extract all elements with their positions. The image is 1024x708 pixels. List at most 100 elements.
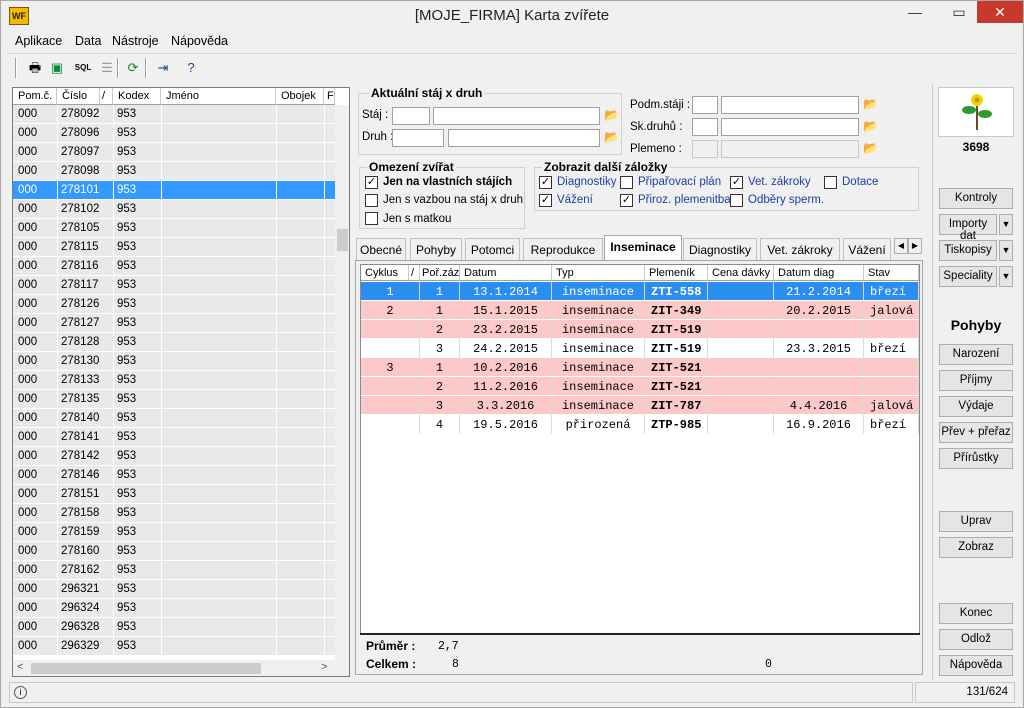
horizontal-scrollbar[interactable]: < >	[13, 660, 349, 676]
column-header-sort[interactable]: /	[409, 265, 420, 281]
table-row[interactable]: 000 296321 953	[13, 580, 335, 599]
narozeni-button[interactable]: Narození	[939, 344, 1013, 365]
maximize-button[interactable]: ▭	[943, 1, 975, 23]
prev-preraz-button[interactable]: Přev + přeřaz	[939, 422, 1013, 443]
checkbox-vet-zakroky[interactable]: ✓	[730, 176, 743, 189]
table-row[interactable]: 000 278116 953	[13, 257, 335, 276]
uprav-button[interactable]: Uprav	[939, 511, 1013, 532]
folder-open-icon[interactable]: 📂	[863, 141, 880, 155]
checkbox-diagnostiky[interactable]: ✓	[539, 176, 552, 189]
folder-open-icon[interactable]: 📂	[604, 108, 621, 122]
tab-diagnostiky[interactable]: Diagnostiky	[683, 238, 757, 260]
checkbox-priparovaci-plan[interactable]	[620, 176, 633, 189]
export-icon[interactable]: ▣	[47, 58, 67, 78]
tab-potomci[interactable]: Potomci	[465, 238, 520, 260]
napoveda-button[interactable]: Nápověda	[939, 655, 1013, 676]
help-icon[interactable]: ?	[181, 58, 201, 78]
table-row[interactable]: 3 3.3.2016 inseminace ZIT-787 4.4.2016 jalová	[361, 396, 919, 415]
columns-icon[interactable]: ☰	[97, 58, 117, 78]
table-row[interactable]: 000 278117 953	[13, 276, 335, 295]
column-header-por-zaz[interactable]: Poř.záz	[420, 265, 460, 281]
table-row[interactable]: 000 278146 953	[13, 466, 335, 485]
column-header-datum[interactable]: Datum	[460, 265, 552, 281]
zobraz-button[interactable]: Zobraz	[939, 537, 1013, 558]
animal-list-grid[interactable]: Pom.č. Číslo / Kodex Jméno Obojek F 000 2…	[12, 87, 350, 677]
folder-open-icon[interactable]: 📂	[863, 119, 880, 133]
checkbox-vazeni[interactable]: ✓	[539, 194, 552, 207]
checkbox-odbery-sperm[interactable]	[730, 194, 743, 207]
column-header-cena-davky[interactable]: Cena dávky	[708, 265, 774, 281]
plemeno-name-input[interactable]	[721, 140, 859, 158]
menu-aplikace[interactable]: Aplikace	[15, 34, 62, 48]
table-row[interactable]: 000 278159 953	[13, 523, 335, 542]
tab-pohyby[interactable]: Pohyby	[410, 238, 462, 260]
staj-code-input[interactable]	[392, 107, 430, 125]
tab-scroll-right-icon[interactable]: ▶	[908, 238, 922, 254]
table-row[interactable]: 2 23.2.2015 inseminace ZIT-519	[361, 320, 919, 339]
tiskopisy-button[interactable]: Tiskopisy	[939, 240, 997, 261]
tab-scroll-left-icon[interactable]: ◀	[894, 238, 908, 254]
table-row[interactable]: 000 296329 953	[13, 637, 335, 656]
konec-button[interactable]: Konec	[939, 603, 1013, 624]
tab-obecne[interactable]: Obecné	[356, 238, 406, 260]
menu-data[interactable]: Data	[75, 34, 101, 48]
exit-icon[interactable]: ⇥	[153, 58, 173, 78]
sql-icon[interactable]: SQL	[71, 58, 95, 78]
importy-dat-button[interactable]: Importy dat	[939, 214, 997, 242]
printer-icon[interactable]: 🖶	[25, 58, 45, 78]
table-row[interactable]: 2 11.2.2016 inseminace ZIT-521	[361, 377, 919, 396]
table-row[interactable]: 000 278105 953	[13, 219, 335, 238]
table-row[interactable]: 000 278151 953	[13, 485, 335, 504]
table-row[interactable]: 000 278097 953	[13, 143, 335, 162]
table-row[interactable]: 2 1 15.1.2015 inseminace ZIT-349 20.2.2015 jal…	[361, 301, 919, 320]
table-row[interactable]: 000 296324 953	[13, 599, 335, 618]
tab-vet-zakroky[interactable]: Vet. zákroky	[760, 238, 840, 260]
column-header-plemenik[interactable]: Plemeník	[645, 265, 708, 281]
column-header-obojek[interactable]: Obojek	[276, 88, 324, 105]
column-header-typ[interactable]: Typ	[552, 265, 645, 281]
table-row[interactable]: 000 278135 953	[13, 390, 335, 409]
column-header-pomc[interactable]: Pom.č.	[13, 88, 57, 105]
table-row[interactable]: 000 278128 953	[13, 333, 335, 352]
odloz-button[interactable]: Odlož	[939, 629, 1013, 650]
prirustky-button[interactable]: Přírůstky	[939, 448, 1013, 469]
scrollbar-thumb[interactable]	[337, 229, 348, 251]
table-row[interactable]: 000 278101 953	[13, 181, 335, 200]
refresh-icon[interactable]: ⟳	[123, 58, 143, 78]
table-row[interactable]: 3 1 10.2.2016 inseminace ZIT-521	[361, 358, 919, 377]
table-row[interactable]: 000 278115 953	[13, 238, 335, 257]
column-header-cyklus[interactable]: Cyklus	[361, 265, 409, 281]
insemination-grid[interactable]: Cyklus / Poř.záz Datum Typ Plemeník Cena…	[360, 264, 920, 634]
table-row[interactable]: 000 278102 953	[13, 200, 335, 219]
vertical-scrollbar[interactable]	[335, 105, 349, 660]
table-row[interactable]: 000 278142 953	[13, 447, 335, 466]
checkbox-dotace[interactable]	[824, 176, 837, 189]
checkbox-priroz-plemenitba[interactable]: ✓	[620, 194, 633, 207]
column-header-cislo[interactable]: Číslo	[57, 88, 100, 105]
close-button[interactable]: ✕	[977, 1, 1023, 23]
scroll-left-icon[interactable]: <	[17, 661, 23, 673]
checkbox-vazba-staj[interactable]	[365, 194, 378, 207]
column-header-stav[interactable]: Stav	[864, 265, 919, 281]
tab-vazeni[interactable]: Vážení	[843, 238, 891, 260]
table-row[interactable]: 4 19.5.2016 přirozená ZTP-985 16.9.2016 březí	[361, 415, 919, 434]
folder-open-icon[interactable]: 📂	[863, 97, 880, 111]
column-header-datum-diag[interactable]: Datum diag	[774, 265, 864, 281]
title-bar[interactable]: WF [MOJE_FIRMA] Karta zvířete — ▭ ✕	[1, 1, 1023, 31]
tab-reprodukce[interactable]: Reprodukce	[523, 238, 603, 260]
checkbox-vlastni-staje[interactable]: ✓	[365, 176, 378, 189]
scrollbar-thumb[interactable]	[31, 663, 261, 674]
table-row[interactable]: 000 278158 953	[13, 504, 335, 523]
tab-inseminace[interactable]: Inseminace	[604, 235, 682, 261]
table-row[interactable]: 1 1 13.1.2014 inseminace ZTI-558 21.2.2014 bře…	[361, 282, 919, 301]
menu-napoveda[interactable]: Nápověda	[171, 34, 228, 48]
kontroly-button[interactable]: Kontroly	[939, 188, 1013, 209]
podm-staji-name-input[interactable]	[721, 96, 859, 114]
plemeno-code-input[interactable]	[692, 140, 718, 158]
sk-druhu-name-input[interactable]	[721, 118, 859, 136]
table-row[interactable]: 000 278162 953	[13, 561, 335, 580]
table-row[interactable]: 000 278092 953	[13, 105, 335, 124]
table-row[interactable]: 000 278140 953	[13, 409, 335, 428]
table-row[interactable]: 000 278141 953	[13, 428, 335, 447]
column-header-jmeno[interactable]: Jméno	[161, 88, 276, 105]
